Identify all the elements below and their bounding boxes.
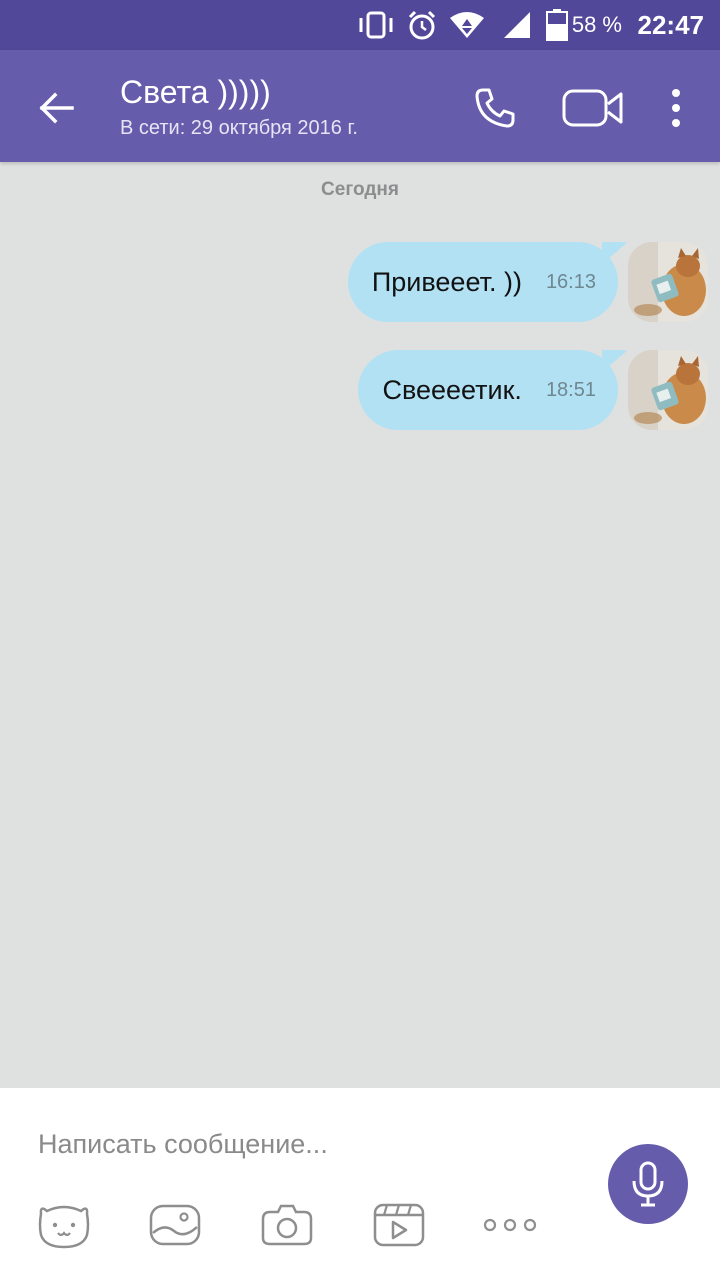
sticker-button[interactable] [36,1200,92,1250]
message-time: 16:13 [545,270,596,293]
phone-icon [475,88,515,128]
battery-icon [546,0,568,50]
contact-status: В сети: 29 октября 2016 г. [120,117,358,139]
clock: 22:47 [637,9,705,40]
avatar[interactable] [628,350,708,430]
cat-photo-avatar [628,350,708,430]
message-input[interactable] [38,1124,578,1164]
arrow-left-icon [39,92,74,124]
more-vertical-icon [672,89,680,127]
back-button[interactable] [28,80,84,136]
video-clip-button[interactable] [371,1200,427,1250]
alarm-icon [406,0,438,50]
message-bubble[interactable]: Свеееетик. 18:51 [358,350,618,430]
gallery-button[interactable] [147,1200,203,1250]
wifi-icon [448,0,486,50]
message-text: Свеееетик. [382,374,522,405]
camera-icon [261,1204,313,1246]
status-bar: 58 % 22:47 [0,0,720,50]
more-horizontal-icon [483,1218,537,1232]
video-camera-icon [562,89,623,127]
avatar[interactable] [628,242,708,322]
battery-percent: 58 % [571,12,622,37]
cell-signal-icon [502,0,532,50]
message-time: 18:51 [545,378,596,401]
chat-header: Света ))))) В сети: 29 октября 2016 г. [0,50,720,162]
cat-photo-avatar [628,242,708,322]
message-composer [0,1088,720,1280]
gallery-icon [149,1204,201,1246]
more-attachments-button[interactable] [482,1200,538,1250]
microphone-icon [632,1161,664,1207]
call-button[interactable] [470,78,520,138]
camera-button[interactable] [259,1200,315,1250]
date-separator: Сегодня [321,179,399,200]
sticker-bear-icon [38,1205,90,1249]
more-options-button[interactable] [660,78,692,138]
voice-message-button[interactable] [608,1144,688,1224]
message-list[interactable]: Сегодня Привееет. )) 16:13 Свеееетик. 18… [0,162,720,1088]
video-call-button[interactable] [560,78,626,138]
vibrate-icon [356,0,396,50]
contact-name[interactable]: Света ))))) [120,74,271,111]
message-bubble[interactable]: Привееет. )) 16:13 [347,242,618,322]
video-clip-icon [373,1203,425,1247]
message-text: Привееет. )) [371,266,522,297]
